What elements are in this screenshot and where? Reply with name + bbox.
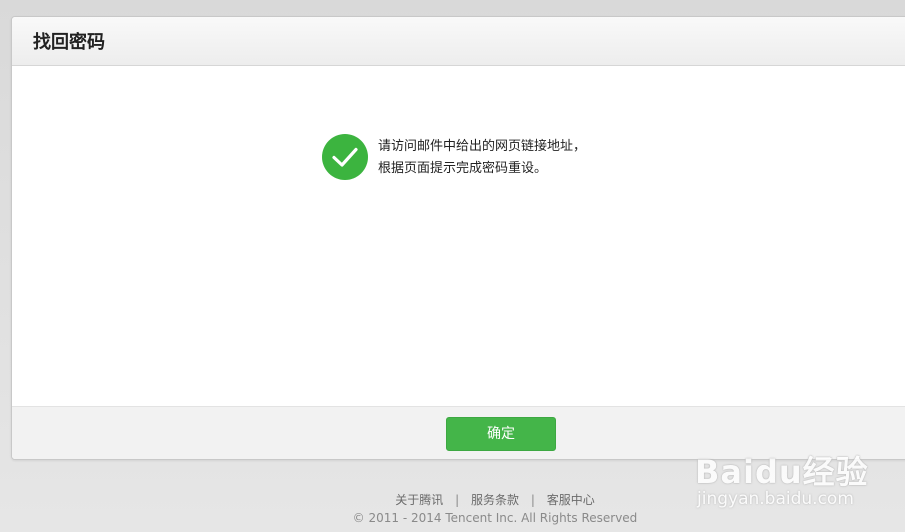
footer-link-support[interactable]: 客服中心 — [547, 493, 595, 507]
watermark-logo: Baidu经验 — [695, 453, 869, 491]
success-message: 请访问邮件中给出的网页链接地址， 根据页面提示完成密码重设。 — [378, 136, 586, 180]
footer-separator: | — [530, 493, 535, 507]
baidu-jingyan-watermark: Baidu经验 jingyan.baidu.com — [695, 435, 895, 515]
check-circle-icon — [322, 134, 368, 180]
confirm-button[interactable]: 确定 — [446, 417, 556, 451]
reset-password-panel: 找回密码 请访问邮件中给出的网页链接地址， 根据页面提示完成密码重设。 确定 — [11, 16, 905, 460]
message-line-1: 请访问邮件中给出的网页链接地址， — [378, 139, 587, 154]
footer-link-about[interactable]: 关于腾讯 — [395, 493, 443, 507]
footer-link-terms[interactable]: 服务条款 — [471, 493, 519, 507]
watermark-url: jingyan.baidu.com — [697, 489, 854, 509]
panel-header: 找回密码 — [12, 17, 905, 66]
page-title: 找回密码 — [33, 32, 105, 53]
message-line-2: 根据页面提示完成密码重设。 — [378, 161, 548, 176]
footer-separator: | — [455, 493, 460, 507]
panel-body: 请访问邮件中给出的网页链接地址， 根据页面提示完成密码重设。 — [12, 66, 905, 406]
